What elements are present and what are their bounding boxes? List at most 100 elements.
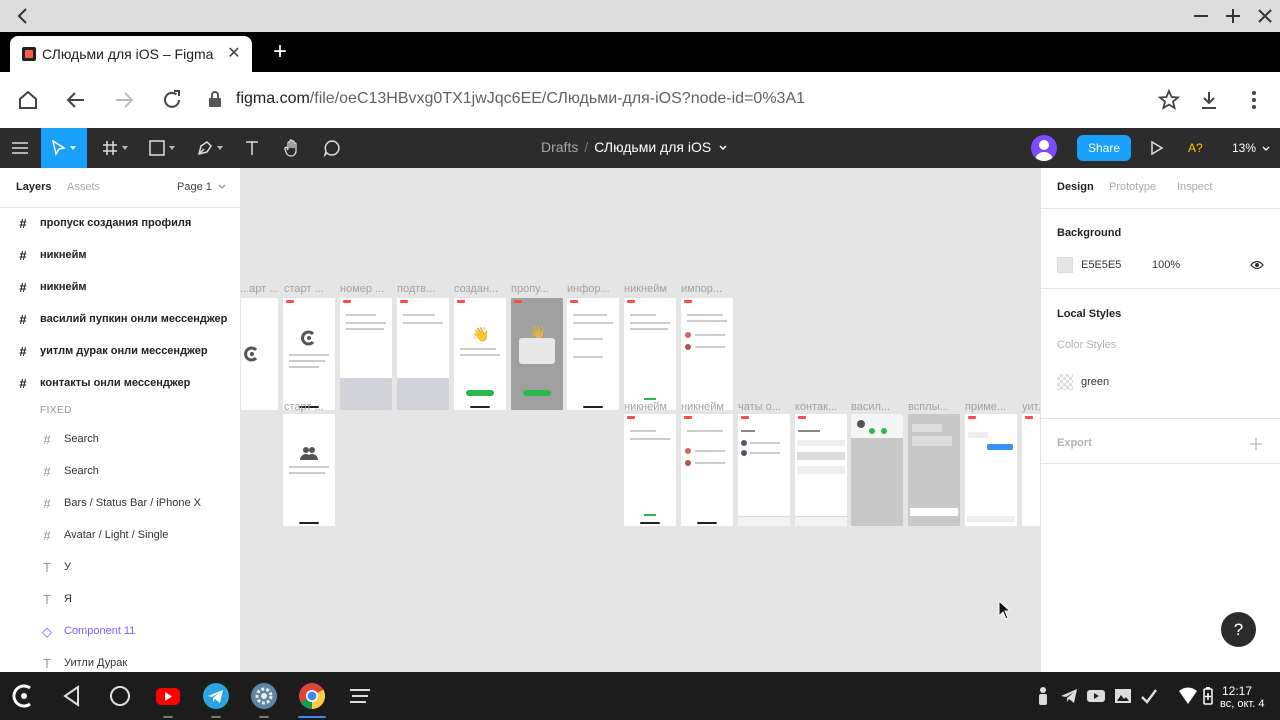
frame-thumbnail[interactable] bbox=[795, 414, 847, 526]
battery-icon[interactable] bbox=[1202, 686, 1214, 706]
download-icon[interactable] bbox=[1197, 88, 1221, 112]
frame-thumbnail[interactable] bbox=[1022, 414, 1040, 526]
frame-thumbnail[interactable] bbox=[283, 298, 335, 410]
file-name[interactable]: СЛюдьми для iOS bbox=[594, 139, 711, 155]
frame-thumbnail[interactable] bbox=[681, 298, 733, 410]
new-tab-icon[interactable]: + bbox=[268, 40, 292, 65]
layer-row[interactable]: TУ bbox=[0, 552, 240, 584]
back-arrow-icon[interactable] bbox=[12, 6, 34, 26]
zoom-level[interactable]: 13% bbox=[1232, 141, 1270, 155]
frame-thumbnail[interactable] bbox=[738, 414, 790, 526]
frame-label[interactable]: создан... bbox=[454, 283, 506, 295]
frame-thumbnail[interactable] bbox=[241, 298, 278, 410]
layer-row[interactable]: # василий пупкин онли мессенджер bbox=[0, 304, 240, 336]
background-hex-input[interactable]: E5E5E5 bbox=[1081, 259, 1121, 271]
shape-tool[interactable] bbox=[142, 128, 182, 168]
design-canvas[interactable]: ...арт ... старт ... номер ... подтв... … bbox=[241, 168, 1040, 672]
page-selector[interactable]: Page 1 bbox=[177, 181, 226, 193]
color-style-name[interactable]: green bbox=[1081, 376, 1109, 388]
maximize-icon[interactable] bbox=[1222, 6, 1244, 26]
settings-gear-icon[interactable] bbox=[250, 682, 278, 710]
frame-thumbnail[interactable] bbox=[567, 298, 619, 410]
frame-thumbnail[interactable] bbox=[340, 298, 392, 410]
tab-inspect[interactable]: Inspect bbox=[1177, 181, 1212, 193]
frame-label[interactable]: импор... bbox=[681, 283, 733, 295]
layer-row[interactable]: # Bars / Status Bar / iPhone X bbox=[0, 488, 240, 520]
layer-row[interactable]: # никнейм bbox=[0, 240, 240, 272]
layer-row[interactable]: # никнейм bbox=[0, 272, 240, 304]
present-play-icon[interactable] bbox=[1150, 140, 1164, 156]
frame-label[interactable]: контак... bbox=[795, 401, 847, 413]
frame-thumbnail[interactable] bbox=[624, 298, 676, 410]
frame-thumbnail[interactable] bbox=[965, 414, 1017, 526]
frame-label[interactable]: уит... bbox=[1022, 401, 1040, 413]
layer-row[interactable]: # Search bbox=[0, 424, 240, 456]
telegram-icon[interactable] bbox=[202, 682, 230, 710]
tab-close-icon[interactable]: ✕ bbox=[224, 44, 244, 64]
layer-row[interactable]: T Уитли Дурак bbox=[0, 648, 240, 672]
frame-label[interactable]: всплы... bbox=[908, 401, 960, 413]
frame-label[interactable]: чаты о... bbox=[738, 401, 790, 413]
nav-home-icon[interactable] bbox=[106, 682, 134, 710]
system-date[interactable]: вс, окт. 4 bbox=[1220, 698, 1264, 710]
layer-row[interactable]: # Avatar / Light / Single bbox=[0, 520, 240, 552]
frame-thumbnail[interactable] bbox=[851, 414, 903, 526]
frame-label[interactable]: подтв... bbox=[397, 283, 449, 295]
text-tool[interactable] bbox=[238, 128, 266, 168]
breadcrumb-drafts[interactable]: Drafts bbox=[541, 139, 578, 155]
home-icon[interactable] bbox=[16, 88, 40, 112]
system-clock[interactable]: 12:17 bbox=[1222, 684, 1252, 698]
youtube-icon[interactable] bbox=[154, 682, 182, 710]
frame-label[interactable]: старт ... bbox=[284, 283, 336, 295]
color-style-swatch[interactable] bbox=[1057, 374, 1073, 390]
layer-row[interactable]: # пропуск создания профиля bbox=[0, 208, 240, 240]
frame-label[interactable]: пропу... bbox=[511, 283, 563, 295]
recent-apps-icon[interactable] bbox=[346, 682, 374, 710]
tab-assets[interactable]: Assets bbox=[67, 181, 100, 193]
comment-tool[interactable] bbox=[318, 128, 346, 168]
more-menu-icon[interactable] bbox=[1242, 88, 1266, 112]
frame-thumbnail[interactable]: 👋 bbox=[511, 298, 563, 410]
back-icon[interactable] bbox=[64, 88, 88, 112]
frame-label[interactable]: ...арт ... bbox=[241, 283, 278, 295]
frame-thumbnail[interactable] bbox=[681, 414, 733, 526]
address-bar[interactable]: figma.com/file/oeC13HBvxg0TX1jwJqc6EE/СЛ… bbox=[196, 80, 1236, 120]
export-title[interactable]: Export bbox=[1057, 437, 1092, 449]
frame-label[interactable]: инфор... bbox=[567, 283, 619, 295]
nav-back-icon[interactable] bbox=[58, 682, 86, 710]
wifi-icon[interactable] bbox=[1178, 686, 1198, 706]
chrome-icon[interactable] bbox=[298, 682, 326, 710]
help-button[interactable]: ? bbox=[1221, 612, 1256, 647]
tab-design[interactable]: Design bbox=[1057, 181, 1094, 193]
background-color-swatch[interactable] bbox=[1057, 257, 1073, 273]
background-opacity-input[interactable]: 100% bbox=[1152, 259, 1180, 271]
minimize-icon[interactable] bbox=[1190, 6, 1212, 26]
frame-thumbnail[interactable] bbox=[908, 414, 960, 526]
share-button[interactable]: Share bbox=[1077, 135, 1131, 161]
chevron-down-icon[interactable] bbox=[719, 145, 727, 151]
move-tool[interactable] bbox=[41, 128, 87, 168]
launcher-icon[interactable] bbox=[10, 682, 38, 710]
layer-row[interactable]: # Search bbox=[0, 456, 240, 488]
forward-icon[interactable] bbox=[112, 88, 136, 112]
frame-label[interactable]: старт ... bbox=[284, 401, 336, 413]
frame-label[interactable]: приме... bbox=[965, 401, 1017, 413]
reload-icon[interactable] bbox=[160, 88, 184, 112]
tab-prototype[interactable]: Prototype bbox=[1109, 181, 1156, 193]
frame-label[interactable]: никнейм bbox=[681, 401, 733, 413]
frame-thumbnail[interactable]: 👋 bbox=[454, 298, 506, 410]
pen-tool[interactable] bbox=[190, 128, 230, 168]
layer-row[interactable]: # контакты онли мессенджер bbox=[0, 368, 240, 400]
layer-row[interactable]: ◇ Component 11 bbox=[0, 616, 240, 648]
frame-thumbnail[interactable] bbox=[283, 414, 335, 526]
layer-row[interactable]: # уитлм дурак онли мессенджер bbox=[0, 336, 240, 368]
layer-row[interactable]: TЯ bbox=[0, 584, 240, 616]
frame-label[interactable]: никнейм bbox=[624, 283, 676, 295]
frame-label[interactable]: никнейм bbox=[624, 401, 676, 413]
frame-thumbnail[interactable] bbox=[397, 298, 449, 410]
main-menu-icon[interactable] bbox=[0, 128, 40, 168]
browser-tab[interactable]: СЛюдьми для iOS – Figma ✕ bbox=[10, 36, 252, 72]
hand-tool[interactable] bbox=[278, 128, 306, 168]
accessibility-badge[interactable]: A? bbox=[1188, 141, 1203, 155]
frame-label[interactable]: васил... bbox=[851, 401, 903, 413]
